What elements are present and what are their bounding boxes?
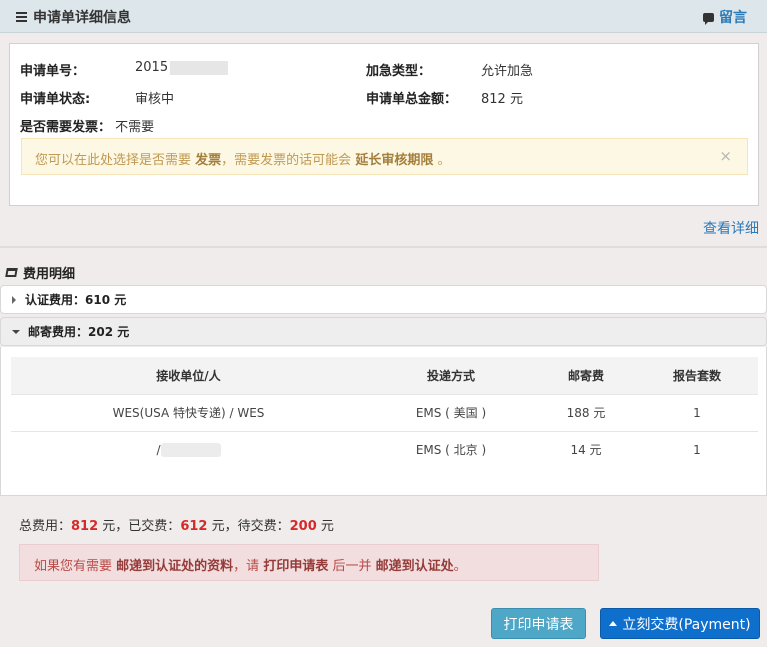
cell-recipient-text: / <box>156 442 161 457</box>
fee-section-title-text: 费用明细 <box>23 267 76 282</box>
status-value-wrap: 审核中 <box>135 88 174 107</box>
total-fee-label: 总费用： <box>19 519 72 534</box>
section-divider <box>0 246 767 248</box>
redacted-block <box>160 443 221 457</box>
total-label-wrap: 申请单总金额： <box>366 88 457 107</box>
mail-instructions-alert: 如果您有需要 邮递到认证处的资料，请 打印申请表 后一并 邮递到认证处。 <box>19 544 599 581</box>
print-button-label[interactable]: 打印申请表 <box>504 614 574 634</box>
caret-down-icon <box>12 329 20 334</box>
col-header-recipient: 接收单位/人 <box>11 357 366 394</box>
cell-recipient: / <box>11 430 366 468</box>
invoice-alert: 您可以在此处选择是否需要 发票，需要发票的话可能会 延长审核期限 。 × <box>21 138 748 175</box>
page-title: 申请单详细信息 <box>16 7 131 27</box>
due-fee-label: 待交费： <box>237 519 290 534</box>
list-icon <box>16 12 27 22</box>
urgent-value-wrap: 允许加急 <box>481 60 533 79</box>
mail-alert-bold2: 打印申请表 <box>263 559 329 574</box>
mail-fee-table: 接收单位/人 投递方式 邮寄费 报告套数 WES(USA 特快专递) / WES… <box>11 357 758 468</box>
col-header-postage: 邮寄费 <box>536 357 636 394</box>
cell-copies: 1 <box>636 430 758 468</box>
message-link-label[interactable]: 留言 <box>719 7 747 27</box>
cell-delivery: EMS ( 北京 ) <box>366 430 536 468</box>
invoice-value: 不需要 <box>115 120 155 135</box>
table-header-row: 接收单位/人 投递方式 邮寄费 报告套数 <box>11 357 758 394</box>
col-header-delivery: 投递方式 <box>366 357 536 394</box>
cert-fee-accordion[interactable]: 认证费用：610 元 <box>0 285 767 314</box>
app-no-row: 申请单号： <box>20 60 85 79</box>
total-value-wrap: 812 元 <box>481 88 523 107</box>
unit-1: 元， <box>98 519 129 534</box>
invoice-alert-bold2: 延长审核期限 <box>355 153 434 168</box>
caret-up-icon <box>609 621 618 626</box>
invoice-row: 是否需要发票： 不需要 <box>20 116 154 135</box>
total-fee-value: 812 <box>71 519 99 534</box>
mail-alert-bold1: 邮递到认证处的资料 <box>116 559 234 574</box>
unit-3: 元 <box>316 519 334 534</box>
cell-postage: 188 元 <box>536 393 636 431</box>
invoice-alert-text2: ，需要发票的话可能会 <box>221 153 352 168</box>
cell-copies: 1 <box>636 393 758 431</box>
mail-fee-accordion[interactable]: 邮寄费用：202 元 <box>0 317 767 346</box>
paid-fee-value: 612 <box>180 519 208 534</box>
cart-icon <box>5 268 18 277</box>
urgent-label-wrap: 加急类型： <box>366 60 431 79</box>
table-row: / EMS ( 北京 ) 14 元 1 <box>11 430 758 468</box>
pay-button-label[interactable]: 立刻交费(Payment) <box>622 614 750 634</box>
paid-fee-label: 已交费： <box>128 519 181 534</box>
app-no-value: 2015 <box>135 60 169 75</box>
close-icon[interactable]: × <box>719 147 732 165</box>
table-row: WES(USA 特快专递) / WES EMS ( 美国 ) 188 元 1 <box>11 393 758 431</box>
app-no-value-wrap: 2015 <box>135 60 229 75</box>
mail-alert-bold3: 邮递到认证处 <box>375 559 454 574</box>
cell-delivery: EMS ( 美国 ) <box>366 393 536 431</box>
pay-now-button[interactable]: 立刻交费(Payment) <box>600 608 760 639</box>
mail-alert-text4: 。 <box>453 559 467 574</box>
total-amount-value: 812 元 <box>481 92 523 107</box>
application-info-box: 申请单号： 2015 加急类型： 允许加急 申请单状态: 审核中 申请单总金额：… <box>9 43 759 206</box>
message-link[interactable]: 留言 <box>703 7 747 27</box>
comment-icon <box>703 12 714 25</box>
mail-fee-panel: 接收单位/人 投递方式 邮寄费 报告套数 WES(USA 特快专递) / WES… <box>0 347 767 496</box>
redacted-block <box>170 60 229 75</box>
panel-header: 申请单详细信息 留言 <box>0 0 767 33</box>
due-fee-value: 200 <box>289 519 317 534</box>
invoice-alert-text3: 。 <box>437 153 451 168</box>
mail-alert-text3: 后一并 <box>332 559 372 574</box>
status-label-wrap: 申请单状态: <box>20 88 90 107</box>
cell-postage: 14 元 <box>536 430 636 468</box>
status-value: 审核中 <box>135 92 175 107</box>
app-no-label: 申请单号： <box>20 64 86 79</box>
print-application-button[interactable]: 打印申请表 <box>491 608 586 639</box>
fee-section-title: 费用明细 <box>5 263 76 282</box>
caret-right-icon <box>12 295 16 304</box>
urgent-value: 允许加急 <box>481 64 534 79</box>
cell-recipient: WES(USA 特快专递) / WES <box>11 393 366 431</box>
total-amount-label: 申请单总金额： <box>366 92 458 107</box>
urgent-label: 加急类型： <box>366 64 432 79</box>
status-label: 申请单状态: <box>20 92 91 107</box>
unit-2: 元， <box>207 519 238 534</box>
fee-totals: 总费用：812 元，已交费：612 元，待交费：200 元 <box>19 515 334 534</box>
mail-fee-label[interactable]: 邮寄费用：202 元 <box>28 323 129 340</box>
view-detail-link[interactable]: 查看详细 <box>703 218 759 238</box>
col-header-copies: 报告套数 <box>636 357 758 394</box>
mail-alert-text2: ，请 <box>233 559 260 574</box>
cert-fee-label[interactable]: 认证费用：610 元 <box>25 291 126 308</box>
invoice-alert-bold1: 发票 <box>195 153 222 168</box>
invoice-label: 是否需要发票： <box>20 120 112 135</box>
page-title-text: 申请单详细信息 <box>33 10 131 26</box>
invoice-alert-text1: 您可以在此处选择是否需要 <box>35 153 192 168</box>
mail-alert-text1: 如果您有需要 <box>34 559 113 574</box>
